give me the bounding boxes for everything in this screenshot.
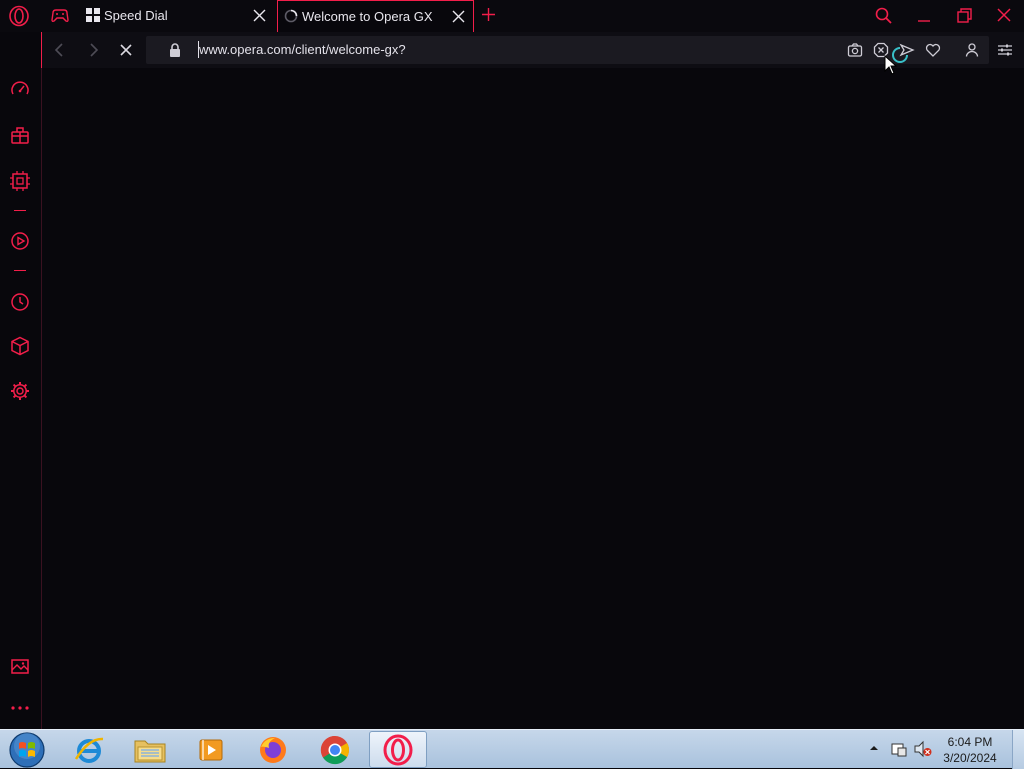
windows-explorer-icon [134, 740, 166, 762]
lock-icon[interactable] [168, 42, 182, 58]
forward-icon[interactable] [85, 42, 101, 58]
clock-time: 6:04 PM [947, 735, 993, 749]
bookmark-heart-icon[interactable] [925, 42, 941, 58]
taskbar-firefox[interactable] [244, 731, 302, 768]
loading-spinner-icon [284, 9, 298, 23]
tab-welcome-opera-gx[interactable]: Welcome to Opera GX [277, 0, 474, 32]
show-hidden-icons-icon[interactable] [868, 743, 880, 753]
easy-setup-icon[interactable] [997, 42, 1013, 58]
media-player-icon [199, 739, 223, 760]
taskbar-opera-gx[interactable] [369, 731, 427, 768]
address-toolbar: www.opera.com/client/welcome-gx? [41, 32, 1024, 68]
tab-strip: Speed Dial Welcome to Opera GX [0, 0, 1024, 32]
more-options-icon[interactable] [9, 697, 31, 719]
mouse-cursor-icon [884, 55, 898, 75]
opera-menu-icon[interactable] [8, 5, 30, 27]
close-tab-icon[interactable] [253, 9, 266, 22]
account-icon[interactable] [964, 42, 980, 58]
windows-taskbar: 6:04 PM 3/20/2024 [0, 729, 1024, 769]
speed-dial-grid-icon [86, 8, 100, 22]
extensions-cube-icon[interactable] [9, 335, 31, 357]
internet-explorer-icon [74, 737, 104, 763]
minimize-icon[interactable] [912, 5, 936, 27]
history-icon[interactable] [9, 291, 31, 313]
stop-loading-icon[interactable] [118, 42, 134, 58]
tab-title: Welcome to Opera GX [302, 9, 433, 24]
player-icon[interactable] [9, 230, 31, 252]
taskbar-windows-explorer[interactable] [121, 731, 179, 768]
tab-speed-dial[interactable]: Speed Dial [80, 0, 274, 31]
firefox-icon [260, 736, 286, 763]
taskbar-internet-explorer[interactable] [60, 731, 118, 768]
page-content-area[interactable] [41, 68, 1024, 729]
windows-start-icon[interactable] [8, 731, 46, 769]
restore-icon[interactable] [952, 5, 976, 27]
system-clock[interactable]: 6:04 PM 3/20/2024 [930, 734, 1010, 766]
taskbar-chrome[interactable] [306, 731, 364, 768]
action-center-flag-icon[interactable] [890, 740, 908, 758]
snapshot-camera-icon[interactable] [847, 42, 863, 58]
tab-title: Speed Dial [104, 8, 168, 23]
gx-corner-icon[interactable] [9, 124, 31, 146]
url-text[interactable]: www.opera.com/client/welcome-gx? [198, 41, 406, 58]
search-tabs-icon[interactable] [872, 5, 896, 27]
new-tab-plus-icon[interactable] [480, 6, 497, 23]
opera-gx-icon [383, 734, 413, 765]
clock-date: 3/20/2024 [943, 751, 997, 765]
gx-control-icon[interactable] [9, 79, 31, 101]
close-window-icon[interactable] [992, 5, 1016, 27]
hot-tabs-killer-icon[interactable] [9, 170, 31, 192]
settings-gear-icon[interactable] [9, 380, 31, 402]
chrome-icon [320, 735, 349, 764]
sidebar [0, 32, 41, 729]
opera-gx-window: Speed Dial Welcome to Opera GX www.opera… [0, 0, 1024, 729]
back-icon[interactable] [52, 42, 68, 58]
sidebar-separator [14, 270, 26, 271]
show-desktop-button[interactable] [1012, 730, 1024, 769]
close-tab-icon[interactable] [452, 10, 465, 23]
gx-tab-islands-icon[interactable] [49, 6, 71, 26]
sidebar-separator [14, 210, 26, 211]
pinboard-icon[interactable] [9, 655, 31, 677]
taskbar-media-player[interactable] [182, 731, 240, 768]
